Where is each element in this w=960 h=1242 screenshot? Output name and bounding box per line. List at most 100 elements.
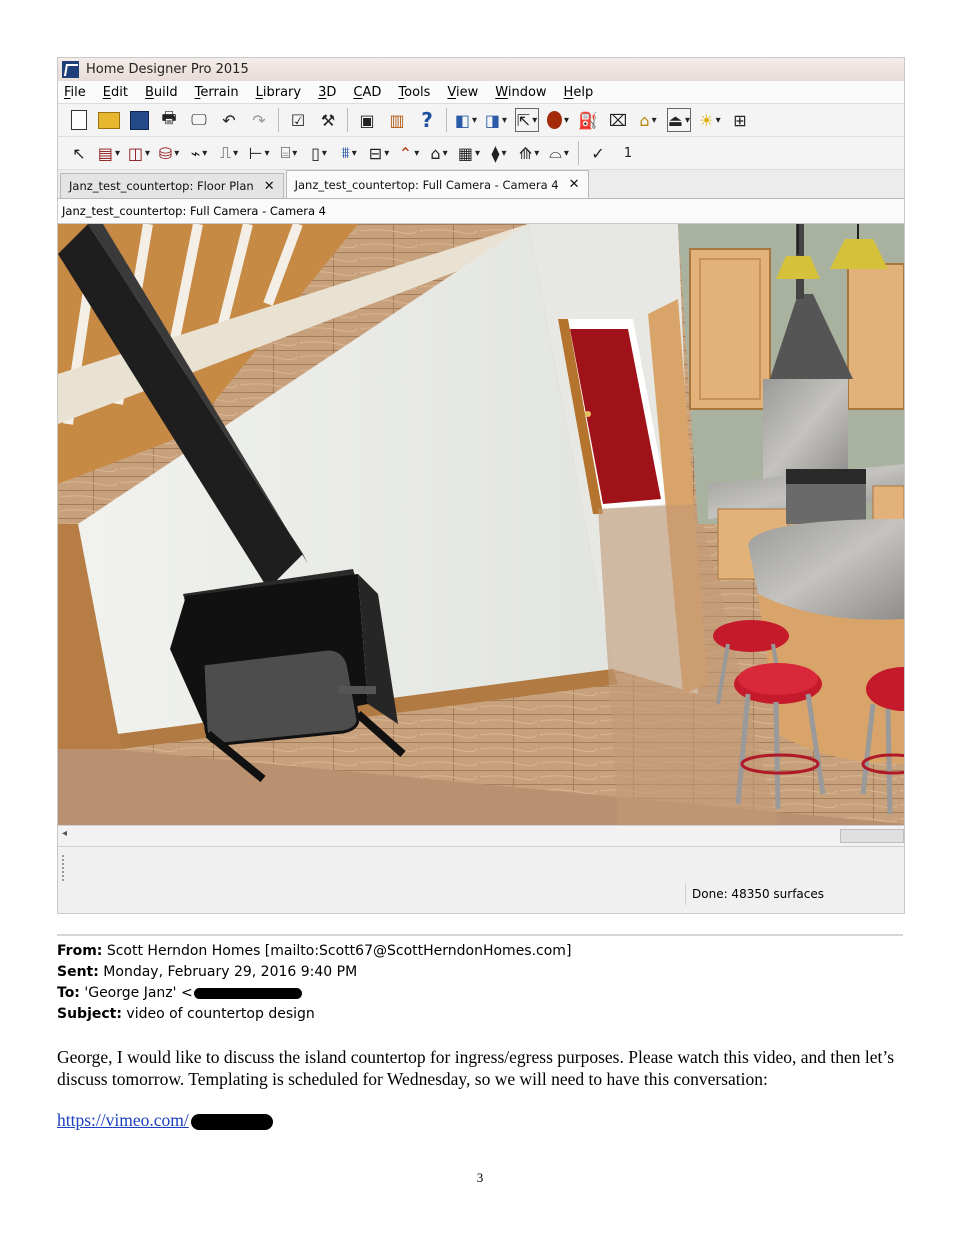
deck-icon: ▦ xyxy=(457,143,474,163)
to-line: To: 'George Janz' < xyxy=(57,983,571,1004)
fill-button[interactable]: ⛽ xyxy=(577,109,599,131)
view-title: Janz_test_countertop: Full Camera - Came… xyxy=(58,199,904,224)
vimeo-link[interactable]: https://vimeo.com/ xyxy=(57,1110,273,1131)
books-icon: ▥ xyxy=(389,110,405,130)
menu-3d[interactable]: 3D xyxy=(318,85,336,100)
library-button[interactable]: ▥ xyxy=(386,109,408,131)
menu-terrain[interactable]: Terrain xyxy=(195,85,239,100)
checklist-button[interactable]: ☑ xyxy=(287,109,309,131)
from-line: From: Scott Herndon Homes [mailto:Scott6… xyxy=(57,941,571,962)
building-button[interactable]: ⌂ xyxy=(428,142,450,164)
wall-button[interactable]: ▤ xyxy=(98,142,120,164)
close-icon[interactable]: ✕ xyxy=(569,177,580,192)
fence-button[interactable]: ⟰ xyxy=(518,142,540,164)
scroll-left-arrow-icon[interactable]: ◂ xyxy=(62,828,67,839)
subject-line: Subject: video of countertop design xyxy=(57,1004,571,1025)
window-tool-button[interactable]: ▯ xyxy=(308,142,330,164)
check-button[interactable]: ✓ xyxy=(587,142,609,164)
close-icon[interactable]: ✕ xyxy=(264,179,275,194)
undo-button[interactable]: ↶ xyxy=(218,109,240,131)
house-button[interactable]: ⌂ xyxy=(637,109,659,131)
menu-file[interactable]: File xyxy=(64,85,86,100)
plan-button[interactable]: ▣ xyxy=(356,109,378,131)
horizontal-scrollbar[interactable]: ◂ xyxy=(58,825,904,847)
material-button[interactable] xyxy=(547,109,569,131)
menu-help[interactable]: Help xyxy=(564,85,594,100)
dimension-icon: ⊢ xyxy=(248,143,263,163)
light-button[interactable]: ☀ xyxy=(699,109,721,131)
more-tools-button[interactable]: ⊞ xyxy=(729,109,751,131)
monitor-icon: 🖵 xyxy=(191,110,207,129)
main-toolbar: 🖶 🖵 ↶ ↷ ☑ ⚒ ▣ ▥ ? ◧ ◨ ⇱ ⛽ ⌧ ⌂ ⏏ ☀ ⊞ xyxy=(58,104,904,137)
tools-overflow-icon: ⊞ xyxy=(733,110,747,130)
electrical-button[interactable]: ⌁ xyxy=(188,142,210,164)
toolbar-separator xyxy=(578,141,579,165)
arc-button[interactable]: ⎍ xyxy=(218,142,240,164)
select-objects-button[interactable]: ⇱ xyxy=(515,108,539,132)
room-button[interactable]: ⊟ xyxy=(368,142,390,164)
print-button[interactable]: 🖶 xyxy=(158,108,180,131)
wall-icon: ▤ xyxy=(97,143,114,163)
roof-tool-icon: ⌃ xyxy=(398,143,413,163)
camera-view[interactable] xyxy=(58,224,904,825)
fixture-button[interactable]: ⛁ xyxy=(158,142,180,164)
paint-bucket-icon: ⛽ xyxy=(578,110,598,130)
page-number: 3 xyxy=(476,1170,484,1185)
redaction-mark xyxy=(193,987,302,999)
delete-button[interactable]: ⌧ xyxy=(607,109,629,131)
tab-label: Janz_test_countertop: Full Camera - Came… xyxy=(294,177,559,192)
redo-icon: ↷ xyxy=(252,110,266,130)
menu-edit[interactable]: Edit xyxy=(103,85,128,100)
cabinet-button[interactable]: ◫ xyxy=(128,142,150,164)
menu-tools[interactable]: Tools xyxy=(398,85,430,100)
terrain-button[interactable]: ⧫ xyxy=(488,142,510,164)
help-button[interactable]: ? xyxy=(416,108,438,132)
redo-button[interactable]: ↷ xyxy=(248,109,270,131)
preferences-button[interactable]: ⚒ xyxy=(317,109,339,131)
text-button[interactable]: ⌓ xyxy=(548,142,570,164)
app-window: Home Designer Pro 2015 File Edit Build T… xyxy=(57,57,905,914)
save-button[interactable] xyxy=(128,109,150,131)
dimension-button[interactable]: ⊢ xyxy=(248,142,270,164)
menu-build[interactable]: Build xyxy=(145,85,178,100)
open-file-button[interactable] xyxy=(98,109,120,131)
menu-cad[interactable]: CAD xyxy=(353,85,381,100)
menu-view[interactable]: View xyxy=(447,85,478,100)
to-label: To: xyxy=(57,985,80,1001)
elevation-button[interactable]: ◨ xyxy=(485,109,507,131)
door-button[interactable]: ⌸ xyxy=(278,142,300,164)
elevation-icon: ◨ xyxy=(484,110,501,130)
terrain-icon: ⧫ xyxy=(491,143,500,163)
checkmark-icon: ✓ xyxy=(591,143,605,163)
roof-tool-button[interactable]: ⌃ xyxy=(398,142,420,164)
print-preview-button[interactable]: 🖵 xyxy=(188,109,210,131)
splitter-grip-icon[interactable] xyxy=(62,855,66,881)
barrel-icon: ⛁ xyxy=(158,143,173,163)
sent-label: Sent: xyxy=(57,964,99,980)
new-file-button[interactable] xyxy=(68,109,90,131)
sent-value: Monday, February 29, 2016 9:40 PM xyxy=(103,964,358,980)
plan-icon: ▣ xyxy=(359,110,375,130)
tab-floor-plan[interactable]: Janz_test_countertop: Floor Plan ✕ xyxy=(60,173,284,198)
tab-full-camera[interactable]: Janz_test_countertop: Full Camera - Came… xyxy=(285,170,589,198)
delete-objects-icon: ⌧ xyxy=(608,110,628,130)
cabinet-icon: ◫ xyxy=(127,143,144,163)
roof-button[interactable]: ⏏ xyxy=(667,108,691,132)
camera-button[interactable]: ◧ xyxy=(455,109,477,131)
sun-icon: ☀ xyxy=(699,110,714,130)
door-icon: ⌸ xyxy=(280,143,291,162)
pointer-button[interactable]: ↖ xyxy=(68,142,90,164)
toolbar-separator xyxy=(446,108,447,132)
building-icon: ⌂ xyxy=(430,143,441,163)
new-document-icon xyxy=(71,110,87,130)
folder-icon xyxy=(98,111,120,129)
deck-button[interactable]: ▦ xyxy=(458,142,480,164)
text-line-icon: ⌓ xyxy=(549,143,562,162)
menu-window[interactable]: Window xyxy=(495,85,546,100)
scrollbar-thumb[interactable] xyxy=(840,829,904,843)
link-text[interactable]: https://vimeo.com/ xyxy=(57,1110,189,1130)
undo-icon: ↶ xyxy=(222,110,236,130)
floppy-disk-icon xyxy=(129,110,149,130)
menu-library[interactable]: Library xyxy=(256,85,301,100)
stairs-button[interactable]: ⩩ xyxy=(338,142,360,164)
